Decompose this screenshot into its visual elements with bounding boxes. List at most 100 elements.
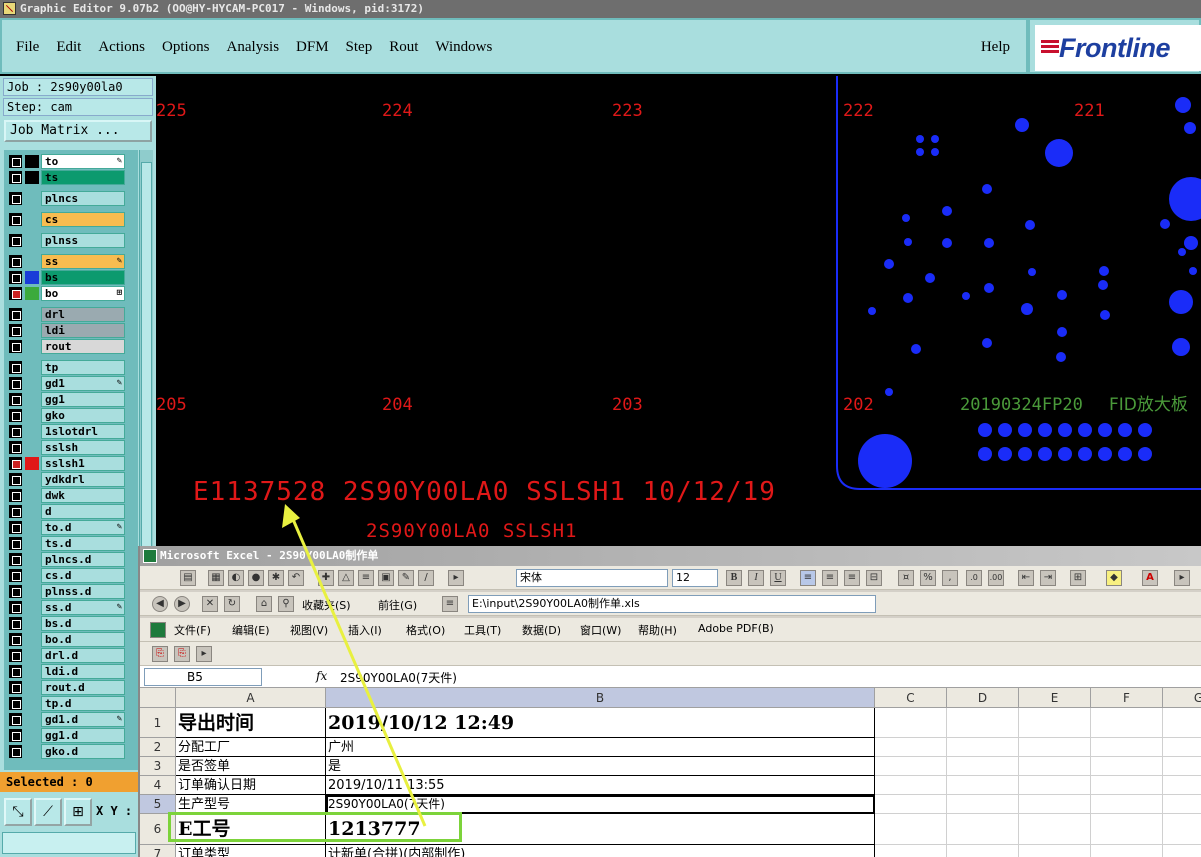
layer-name[interactable]: tp: [41, 360, 125, 375]
measure-button[interactable]: ⟋: [34, 798, 62, 826]
layer-name[interactable]: ss ✎: [41, 254, 125, 269]
row-header[interactable]: 4: [140, 776, 176, 795]
layer-name[interactable]: bo.d: [41, 632, 125, 647]
layer-name[interactable]: drl.d: [41, 648, 125, 663]
zoom-box-button[interactable]: ⤡: [4, 798, 32, 826]
layer-row-gko-d[interactable]: gko.d: [6, 744, 126, 759]
layer-name[interactable]: d: [41, 504, 125, 519]
layer-checkbox[interactable]: [9, 213, 22, 226]
column-header-d[interactable]: D: [947, 688, 1019, 708]
layer-checkbox[interactable]: [9, 729, 22, 742]
layer-row-bo[interactable]: bo ⊞: [6, 286, 126, 301]
layer-checkbox[interactable]: [9, 287, 22, 300]
layer-checkbox[interactable]: [9, 489, 22, 502]
excel-menu-tools[interactable]: 工具(T): [464, 622, 501, 638]
cell-a[interactable]: 订单确认日期: [176, 776, 326, 795]
layer-checkbox[interactable]: [9, 308, 22, 321]
layer-row-dwk[interactable]: dwk: [6, 488, 126, 503]
layer-name[interactable]: plnss.d: [41, 584, 125, 599]
cell-b[interactable]: 2019/10/12 12:49: [326, 708, 875, 738]
layer-checkbox[interactable]: [9, 553, 22, 566]
excel-menu-edit[interactable]: 编辑(E): [232, 622, 270, 638]
menu-dfm[interactable]: DFM: [296, 39, 329, 56]
menu-analysis[interactable]: Analysis: [227, 39, 280, 56]
pie-icon[interactable]: ◐: [228, 570, 244, 586]
layer-checkbox[interactable]: [9, 633, 22, 646]
italic-button[interactable]: I: [748, 570, 764, 586]
layer-checkbox[interactable]: [9, 745, 22, 758]
layer-row-plnss-d[interactable]: plnss.d: [6, 584, 126, 599]
layer-name[interactable]: sslsh1: [41, 456, 125, 471]
layer-checkbox[interactable]: [9, 681, 22, 694]
layer-name[interactable]: tp.d: [41, 696, 125, 711]
graphic-canvas[interactable]: 225 224 223 222 221 205 204 203 202 E113…: [156, 76, 1201, 546]
layer-row-ss[interactable]: ss ✎: [6, 254, 126, 269]
column-header-e[interactable]: E: [1019, 688, 1091, 708]
layer-row-ldi-d[interactable]: ldi.d: [6, 664, 126, 679]
toolbar-options-icon-2[interactable]: ▸: [1174, 570, 1190, 586]
layer-row-ts[interactable]: ts: [6, 170, 126, 185]
layer-checkbox[interactable]: [9, 665, 22, 678]
excel-menu-view[interactable]: 视图(V): [290, 622, 328, 638]
select-all-corner[interactable]: [140, 688, 176, 708]
cell-b[interactable]: 是: [326, 757, 875, 776]
favorites-menu[interactable]: 收藏夹(S): [302, 597, 351, 613]
cell-b[interactable]: 计新单(合拼)(内部制作): [326, 845, 875, 857]
decrease-decimal-icon[interactable]: .00: [988, 570, 1004, 586]
layer-checkbox[interactable]: [9, 171, 22, 184]
layer-row-bs[interactable]: bs: [6, 270, 126, 285]
excel-menu-format[interactable]: 格式(O): [406, 622, 445, 638]
layer-color-swatch[interactable]: [25, 155, 39, 168]
layer-checkbox[interactable]: [9, 697, 22, 710]
layer-name[interactable]: gko.d: [41, 744, 125, 759]
layer-name[interactable]: rout: [41, 339, 125, 354]
layer-checkbox[interactable]: [9, 537, 22, 550]
layer-name[interactable]: gg1: [41, 392, 125, 407]
layer-color-swatch[interactable]: [25, 287, 39, 300]
cell-a[interactable]: 导出时间: [176, 708, 326, 738]
paint-icon[interactable]: ✎: [398, 570, 414, 586]
layer-row-rout-d[interactable]: rout.d: [6, 680, 126, 695]
increase-decimal-icon[interactable]: .0: [966, 570, 982, 586]
pdf-options-icon[interactable]: ▸: [196, 646, 212, 662]
layer-name[interactable]: bs.d: [41, 616, 125, 631]
menu-actions[interactable]: Actions: [98, 39, 145, 56]
name-box[interactable]: B5: [144, 668, 262, 686]
layer-checkbox[interactable]: [9, 617, 22, 630]
layer-name[interactable]: ldi.d: [41, 664, 125, 679]
cell-a[interactable]: 订单类型: [176, 845, 326, 857]
layer-row-ydkdrl[interactable]: ydkdrl: [6, 472, 126, 487]
excel-menu-help[interactable]: 帮助(H): [638, 622, 677, 638]
web-toolbar-icon[interactable]: ≡: [442, 596, 458, 612]
menu-rout[interactable]: Rout: [389, 39, 418, 56]
layer-checkbox[interactable]: [9, 393, 22, 406]
row-header[interactable]: 7: [140, 845, 176, 857]
layer-checkbox[interactable]: [9, 255, 22, 268]
layer-name[interactable]: to ✎: [41, 154, 125, 169]
menu-windows[interactable]: Windows: [435, 39, 492, 56]
layer-row-d[interactable]: d: [6, 504, 126, 519]
font-name-select[interactable]: 宋体: [516, 569, 668, 587]
layer-row-ss-d[interactable]: ss.d ✎: [6, 600, 126, 615]
excel-menu-insert[interactable]: 插入(I): [348, 622, 382, 638]
align-center-icon[interactable]: ≡: [822, 570, 838, 586]
layer-name[interactable]: 1slotdrl: [41, 424, 125, 439]
layer-checkbox[interactable]: [9, 505, 22, 518]
toolbar-options-icon[interactable]: ▸: [448, 570, 464, 586]
layer-checkbox[interactable]: [9, 473, 22, 486]
layer-row-drl-d[interactable]: drl.d: [6, 648, 126, 663]
layer-row-cs[interactable]: cs: [6, 212, 126, 227]
column-header-g[interactable]: G: [1163, 688, 1201, 708]
layer-name[interactable]: ts.d: [41, 536, 125, 551]
layer-checkbox[interactable]: [9, 377, 22, 390]
layer-name[interactable]: ss.d ✎: [41, 600, 125, 615]
layer-name[interactable]: bo ⊞: [41, 286, 125, 301]
row-header[interactable]: 3: [140, 757, 176, 776]
border-icon[interactable]: ▣: [378, 570, 394, 586]
layer-name[interactable]: gg1.d: [41, 728, 125, 743]
menu-help[interactable]: Help: [981, 39, 1010, 56]
layer-name[interactable]: ldi: [41, 323, 125, 338]
layer-row-gd1-d[interactable]: gd1.d ✎: [6, 712, 126, 727]
layer-color-swatch[interactable]: [25, 457, 39, 470]
fx-icon[interactable]: fx: [316, 669, 327, 683]
